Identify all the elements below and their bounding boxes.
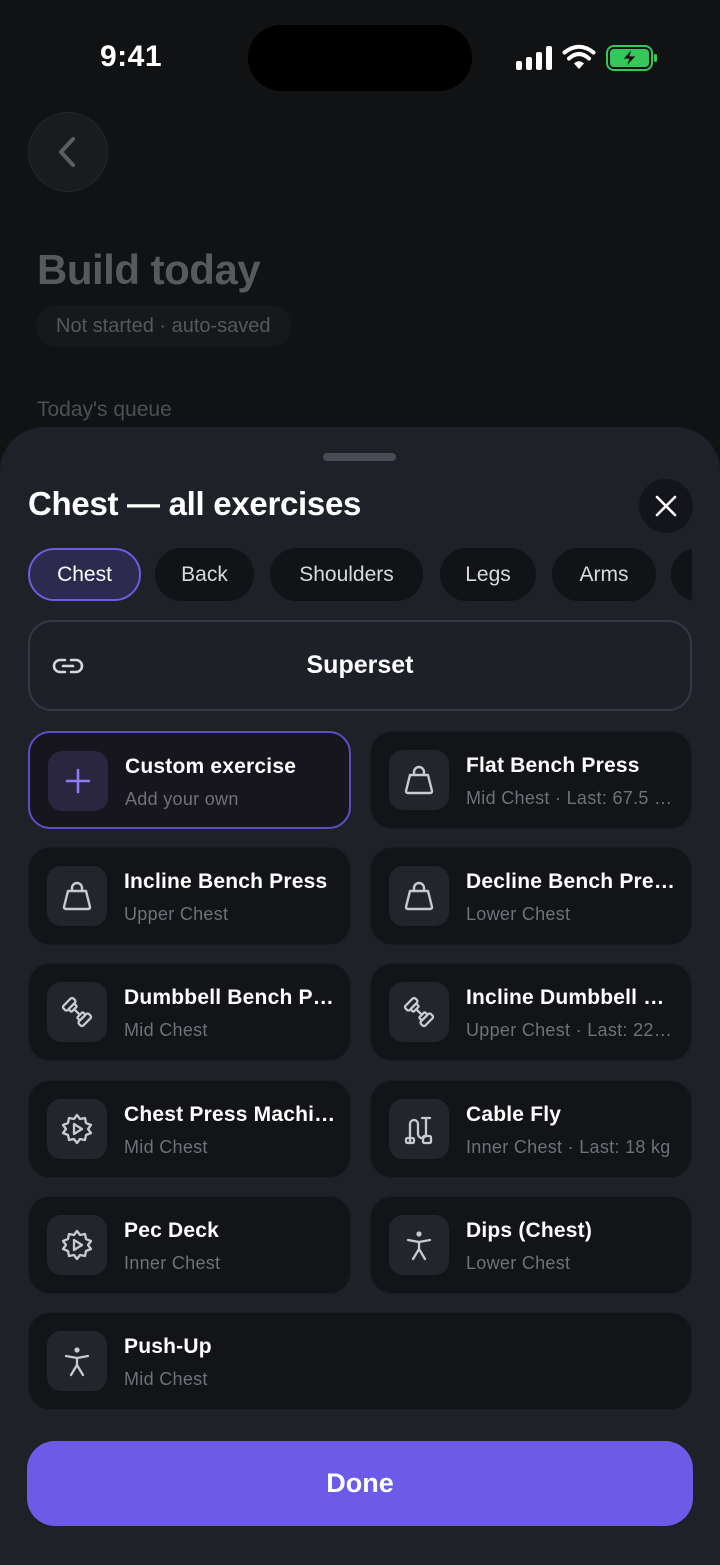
exercise-card[interactable]: Pec Deck Inner Chest [28,1196,351,1294]
wifi-icon [562,44,596,69]
exercise-name: Dumbbell Bench Press [124,986,336,1009]
tab-shoulders[interactable]: Shoulders [270,548,423,601]
tab-chest[interactable]: Chest [28,548,141,601]
status-time: 9:41 [100,40,163,73]
exercise-name: Flat Bench Press [466,754,640,777]
exercise-sub: Mid Chest · Last: 67.5 kg [466,788,673,808]
exercise-sub: Inner Chest [124,1253,221,1273]
status-bar: 9:41 [0,0,720,110]
sheet-title: Chest — all exercises [28,485,362,522]
exercise-sub: Mid Chest [124,1020,208,1040]
kettlebell-icon [389,750,449,810]
dumbbell-icon [389,982,449,1042]
exercise-sub: Upper Chest [124,904,229,924]
dumbbell-icon [47,982,107,1042]
exercise-picker-sheet: Chest — all exercises Chest Back Shoulde… [0,427,720,1565]
exercise-name: Incline Dumbbell Press [466,986,677,1009]
custom-exercise-card[interactable]: Custom exercise Add your own [28,731,351,829]
exercise-sub: Inner Chest · Last: 18 kg [466,1137,671,1157]
exercise-card[interactable]: Chest Press Machine Mid Chest [28,1080,351,1178]
battery-charging-icon [606,45,657,71]
kettlebell-icon [389,866,449,926]
machine-gear-icon [47,1215,107,1275]
exercise-sub: Lower Chest [466,1253,571,1273]
plus-icon [48,751,108,811]
section-label-queue: Today's queue [37,398,172,421]
cellular-signal-icon [516,46,552,70]
exercise-name: Decline Bench Press [466,870,677,893]
dynamic-island [248,25,472,91]
tab-arms[interactable]: Arms [552,548,656,601]
exercise-sub: Lower Chest [466,904,571,924]
muscle-group-tabs: Chest Back Shoulders Legs Arms [28,547,692,603]
exercise-sub: Mid Chest [124,1137,208,1157]
tab-more[interactable] [671,548,692,601]
superset-label: Superset [306,651,414,679]
exercise-name: Pec Deck [124,1219,220,1242]
kettlebell-icon [47,866,107,926]
bodyweight-icon [47,1331,107,1391]
bodyweight-icon [389,1215,449,1275]
exercise-name: Incline Bench Press [124,870,328,893]
chevron-left-icon [59,137,75,167]
exercise-card[interactable]: Flat Bench Press Mid Chest · Last: 67.5 … [370,731,692,829]
close-button[interactable] [639,479,693,533]
done-button[interactable]: Done [27,1441,693,1526]
exercise-card[interactable]: Dumbbell Bench Press Mid Chest [28,963,351,1061]
exercise-card[interactable]: Decline Bench Press Lower Chest [370,847,692,945]
tab-legs[interactable]: Legs [440,548,536,601]
exercise-name: Cable Fly [466,1103,562,1126]
machine-gear-icon [47,1099,107,1159]
page-title: Build today [37,246,261,293]
exercise-sub: Upper Chest · Last: 22 kg [466,1020,673,1040]
exercise-sub: Add your own [125,789,239,809]
exercise-name: Chest Press Machine [124,1103,336,1126]
sheet-grabber[interactable] [323,453,396,461]
exercise-name: Push-Up [124,1335,212,1358]
exercise-card[interactable]: Dips (Chest) Lower Chest [370,1196,692,1294]
cable-icon [389,1099,449,1159]
superset-button[interactable]: Superset [28,620,692,711]
tab-back[interactable]: Back [155,548,254,601]
back-button[interactable] [28,112,108,192]
status-badge: Not started · auto-saved [36,305,291,347]
exercise-card[interactable]: Incline Dumbbell Press Upper Chest · Las… [370,963,692,1061]
exercise-name: Custom exercise [125,755,297,778]
exercise-card[interactable]: Cable Fly Inner Chest · Last: 18 kg [370,1080,692,1178]
exercise-card[interactable]: Push-Up Mid Chest [28,1312,692,1410]
close-icon [655,495,677,517]
exercise-sub: Mid Chest [124,1369,208,1389]
exercise-name: Dips (Chest) [466,1219,593,1242]
exercise-card[interactable]: Incline Bench Press Upper Chest [28,847,351,945]
